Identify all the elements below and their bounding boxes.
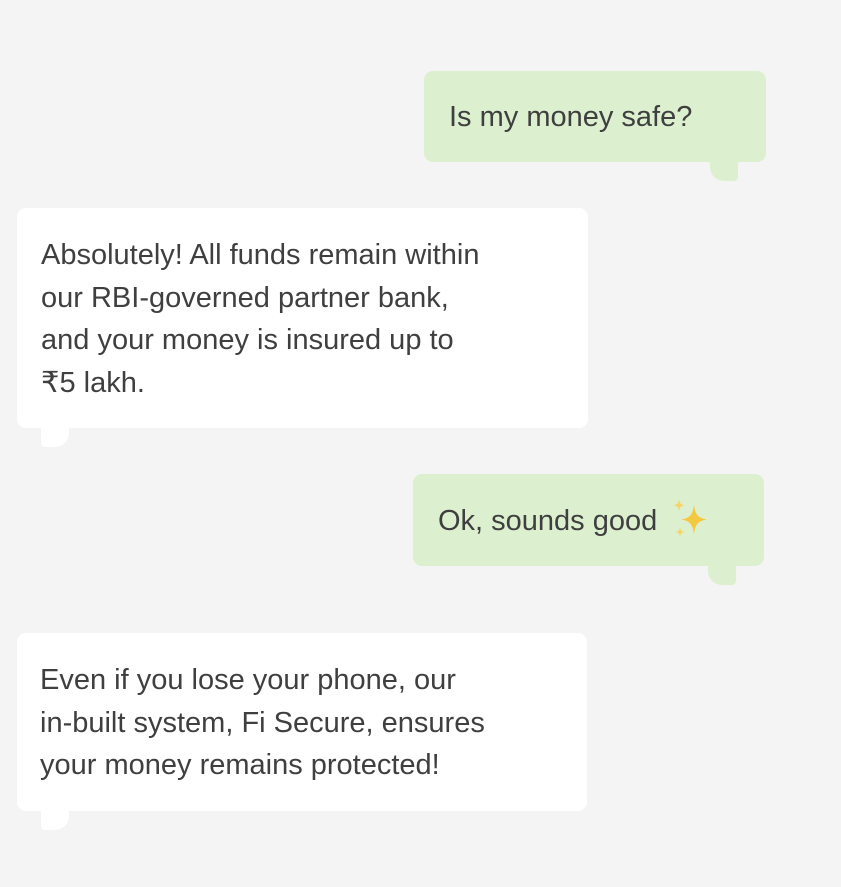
user-message-bubble[interactable]: Is my money safe?	[424, 71, 766, 181]
bot-message-bubble[interactable]: Even if you lose your phone, our in-buil…	[17, 633, 587, 830]
sparkles-icon	[667, 497, 711, 541]
bubble-tail	[41, 808, 69, 830]
message-text: Is my money safe?	[449, 101, 693, 133]
bubble-tail	[708, 563, 736, 585]
user-message-bubble[interactable]: Ok, sounds good	[413, 474, 764, 585]
bubble-tail	[710, 159, 738, 181]
bot-message-bubble[interactable]: Absolutely! All funds remain within our …	[17, 208, 588, 447]
message-text: Even if you lose your phone, our in-buil…	[40, 664, 485, 781]
bubble-tail	[41, 425, 69, 447]
chat-thread: Is my money safe? Absolutely! All funds …	[0, 0, 841, 887]
message-text: Absolutely! All funds remain within our …	[41, 239, 480, 399]
message-text: Ok, sounds good	[438, 505, 658, 537]
